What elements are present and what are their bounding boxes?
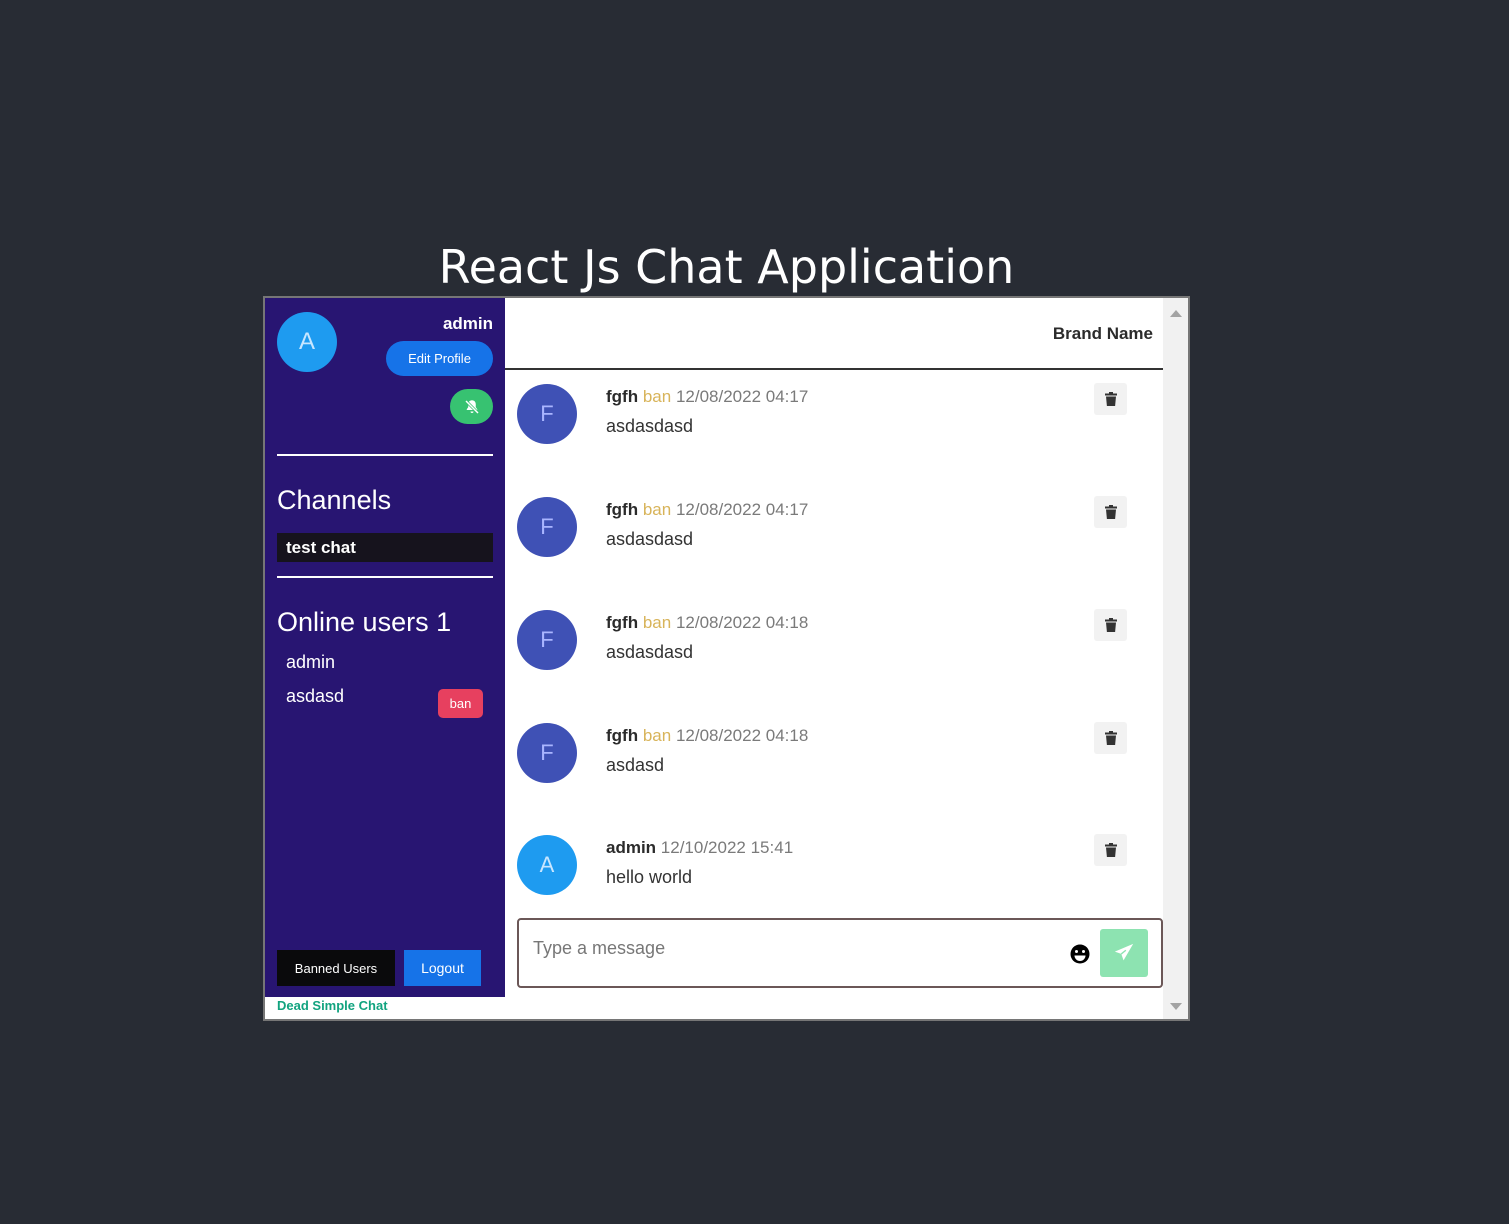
trash-icon [1104, 392, 1117, 406]
online-users-label: Online users [277, 607, 429, 637]
edit-profile-button[interactable]: Edit Profile [386, 341, 493, 376]
emoji-button[interactable] [1069, 943, 1091, 965]
chat-header: Brand Name [505, 298, 1163, 370]
sidebar-divider [277, 454, 493, 456]
message-item: F fgfh ban 12/08/2022 04:17 asdasdasd [505, 490, 1163, 590]
message-author: fgfh [606, 726, 639, 745]
delete-message-button[interactable] [1094, 834, 1127, 866]
message-meta: fgfh ban 12/08/2022 04:18 [606, 726, 808, 746]
scrollbar[interactable] [1163, 298, 1188, 1019]
banned-users-button[interactable]: Banned Users [277, 950, 395, 986]
online-users-title: Online users 1 [277, 607, 451, 638]
message-author: admin [606, 838, 657, 857]
delete-message-button[interactable] [1094, 496, 1127, 528]
message-timestamp: 12/10/2022 15:41 [660, 838, 794, 857]
delete-message-button[interactable] [1094, 722, 1127, 754]
paper-plane-icon [1114, 943, 1134, 961]
message-avatar[interactable]: F [517, 384, 577, 444]
message-text: asdasdasd [606, 529, 694, 549]
message-ban-link[interactable]: ban [643, 726, 671, 745]
bell-slash-icon [464, 399, 479, 414]
message-ban-link[interactable]: ban [643, 500, 671, 519]
online-user-asdasd: asdasd [286, 686, 345, 706]
message-timestamp: 12/08/2022 04:17 [675, 500, 809, 519]
send-button[interactable] [1100, 929, 1148, 977]
message-timestamp: 12/08/2022 04:17 [675, 387, 809, 406]
scroll-up-arrow-icon[interactable] [1170, 310, 1182, 317]
message-ban-link[interactable]: ban [643, 387, 671, 406]
message-composer [517, 918, 1163, 988]
trash-icon [1104, 843, 1117, 857]
trash-icon [1104, 505, 1117, 519]
message-meta: fgfh ban 12/08/2022 04:17 [606, 387, 808, 407]
online-user-admin: admin [286, 652, 336, 672]
message-meta: fgfh ban 12/08/2022 04:18 [606, 613, 808, 633]
message-timestamp: 12/08/2022 04:18 [675, 613, 809, 632]
message-item: F fgfh ban 12/08/2022 04:17 asdasdasd [505, 377, 1163, 477]
message-text: hello world [606, 867, 693, 887]
message-avatar[interactable]: F [517, 610, 577, 670]
message-ban-link[interactable]: ban [643, 613, 671, 632]
message-text: asdasdasd [606, 642, 694, 662]
footer-brand-link[interactable]: Dead Simple Chat [277, 998, 388, 1013]
online-users-count: 1 [436, 607, 452, 637]
channel-item-test-chat[interactable]: test chat [277, 533, 493, 562]
notification-toggle-button[interactable] [450, 389, 493, 424]
sidebar-divider [277, 576, 493, 578]
logout-button[interactable]: Logout [404, 950, 481, 986]
message-avatar[interactable]: F [517, 723, 577, 783]
message-author: fgfh [606, 613, 639, 632]
delete-message-button[interactable] [1094, 609, 1127, 641]
avatar[interactable]: A [277, 312, 337, 372]
smiley-icon [1070, 944, 1090, 964]
chat-widget: A admin Edit Profile Channels test chat … [263, 296, 1190, 1021]
trash-icon [1104, 618, 1117, 632]
page-title: React Js Chat Application [438, 240, 1015, 294]
message-avatar[interactable]: F [517, 497, 577, 557]
message-timestamp: 12/08/2022 04:18 [675, 726, 809, 745]
ban-user-button[interactable]: ban [438, 689, 483, 718]
message-meta: admin 12/10/2022 15:41 [606, 838, 793, 858]
message-item: F fgfh ban 12/08/2022 04:18 asdasd [505, 716, 1163, 816]
message-author: fgfh [606, 500, 639, 519]
message-item: A admin 12/10/2022 15:41 hello world [505, 828, 1163, 928]
sidebar: A admin Edit Profile Channels test chat … [265, 298, 505, 997]
scroll-down-arrow-icon[interactable] [1170, 1003, 1182, 1010]
message-text: asdasd [606, 755, 665, 775]
message-text: asdasdasd [606, 416, 694, 436]
message-meta: fgfh ban 12/08/2022 04:17 [606, 500, 808, 520]
username: admin [442, 314, 493, 333]
brand-name: Brand Name [1052, 324, 1153, 343]
message-item: F fgfh ban 12/08/2022 04:18 asdasdasd [505, 603, 1163, 703]
message-avatar[interactable]: A [517, 835, 577, 895]
delete-message-button[interactable] [1094, 383, 1127, 415]
channels-title: Channels [277, 485, 392, 515]
message-list: F fgfh ban 12/08/2022 04:17 asdasdasd F … [505, 370, 1163, 918]
message-input[interactable] [519, 920, 1059, 976]
trash-icon [1104, 731, 1117, 745]
message-author: fgfh [606, 387, 639, 406]
